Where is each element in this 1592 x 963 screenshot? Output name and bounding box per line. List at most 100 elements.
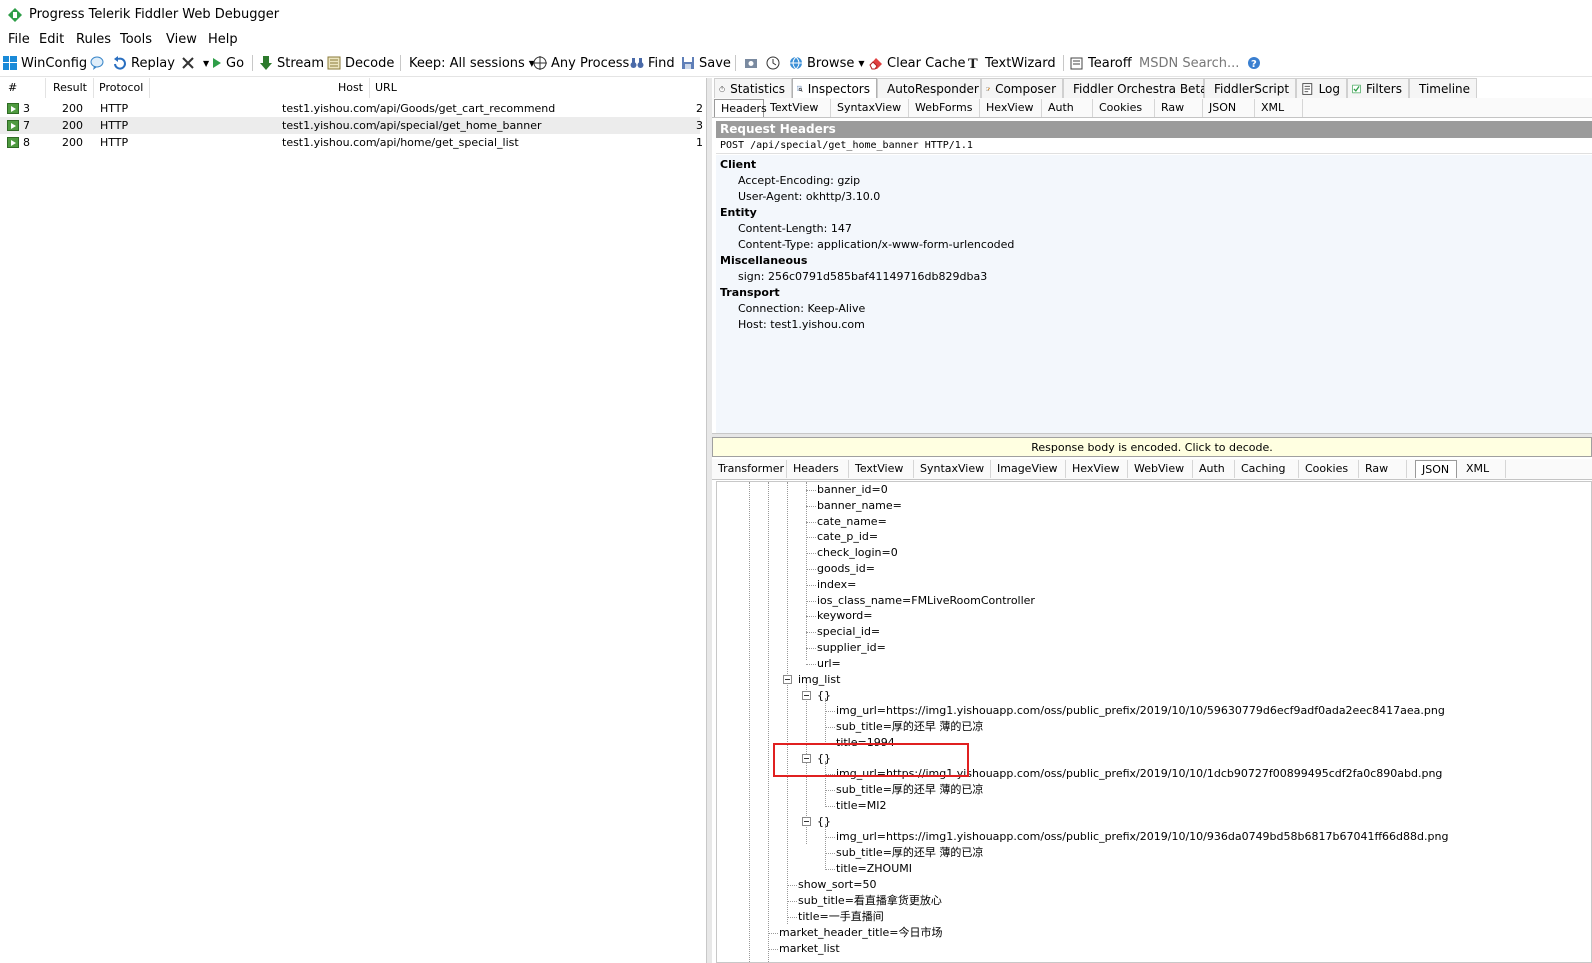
tree-node[interactable]: market_list bbox=[779, 941, 840, 957]
json-tree[interactable]: banner_id=0 banner_name= cate_name= cate… bbox=[716, 481, 1592, 963]
tab-fiddler-orchestra[interactable]: FO Fiddler Orchestra Beta bbox=[1063, 78, 1208, 98]
tab-timeline[interactable]: Timeline bbox=[1409, 78, 1477, 98]
column-header-id[interactable]: # bbox=[3, 78, 46, 98]
request-tab-xml[interactable]: XML bbox=[1255, 99, 1303, 117]
tab-statistics[interactable]: Statistics bbox=[714, 78, 792, 98]
go-button[interactable]: Go bbox=[212, 54, 244, 72]
menu-tools[interactable]: Tools bbox=[120, 32, 152, 47]
tree-node[interactable]: ios_class_name=FMLiveRoomController bbox=[817, 593, 1035, 609]
tree-node-img-list[interactable]: img_list bbox=[798, 672, 840, 688]
request-tab-json[interactable]: JSON bbox=[1203, 99, 1255, 117]
tree-node[interactable]: sub_title=厚的还早 薄的已凉 bbox=[836, 719, 983, 735]
response-tab-auth[interactable]: Auth bbox=[1193, 460, 1235, 478]
tree-node-object[interactable]: {} bbox=[817, 688, 831, 704]
collapse-toggle-icon[interactable] bbox=[783, 675, 792, 684]
textwizard-button[interactable]: T TextWizard bbox=[967, 54, 1056, 72]
browse-button[interactable]: Browse ▼ bbox=[789, 54, 865, 72]
tree-node[interactable]: show_sort=50 bbox=[798, 877, 876, 893]
request-tab-syntaxview[interactable]: SyntaxView bbox=[831, 99, 909, 117]
response-tab-json[interactable]: JSON bbox=[1415, 460, 1457, 478]
menu-view[interactable]: View bbox=[166, 32, 197, 47]
response-tab-textview[interactable]: TextView bbox=[849, 460, 914, 478]
response-tab-hexview[interactable]: HexView bbox=[1066, 460, 1128, 478]
tree-node[interactable]: img_url=https://img1.yishouapp.com/oss/p… bbox=[836, 829, 1448, 845]
tree-node[interactable]: goods_id= bbox=[817, 561, 875, 577]
column-header-protocol[interactable]: Protocol bbox=[94, 78, 150, 98]
tab-filters[interactable]: Filters bbox=[1347, 78, 1409, 98]
column-header-url[interactable]: URL bbox=[370, 78, 700, 98]
replay-button[interactable]: Replay bbox=[113, 54, 175, 72]
response-tab-raw[interactable]: Raw bbox=[1359, 460, 1407, 478]
tab-autoresponder[interactable]: AutoResponder bbox=[877, 78, 981, 98]
tree-node[interactable]: sub_title=厚的还早 薄的已凉 bbox=[836, 845, 983, 861]
msdn-search-input[interactable]: MSDN Search... bbox=[1139, 54, 1239, 72]
tree-node[interactable]: banner_name= bbox=[817, 498, 902, 514]
header-group-entity[interactable]: Entity bbox=[720, 205, 757, 221]
tree-node[interactable]: check_login=0 bbox=[817, 545, 898, 561]
screenshot-button[interactable] bbox=[744, 54, 762, 72]
response-tab-cookies[interactable]: Cookies bbox=[1299, 460, 1359, 478]
remove-button[interactable]: ▼ bbox=[181, 54, 209, 72]
collapse-toggle-icon[interactable] bbox=[802, 691, 811, 700]
response-tab-syntaxview[interactable]: SyntaxView bbox=[914, 460, 991, 478]
column-header-host[interactable]: Host bbox=[150, 78, 370, 98]
session-list[interactable]: # Result Protocol Host URL 3 200 HTTP te… bbox=[0, 78, 707, 963]
menu-rules[interactable]: Rules bbox=[76, 32, 111, 47]
tearoff-button[interactable]: Tearoff bbox=[1070, 54, 1132, 72]
tree-node[interactable]: cate_name= bbox=[817, 514, 887, 530]
tree-node[interactable]: index= bbox=[817, 577, 856, 593]
tree-node[interactable]: title=ZHOUMI bbox=[836, 861, 912, 877]
keep-sessions-dropdown[interactable]: Keep: All sessions ▼ bbox=[409, 54, 535, 72]
response-tab-imageview[interactable]: ImageView bbox=[991, 460, 1066, 478]
stream-button[interactable]: Stream bbox=[259, 54, 324, 72]
response-tab-transformer[interactable]: Transformer bbox=[712, 460, 787, 478]
header-group-client[interactable]: Client bbox=[720, 157, 756, 173]
find-button[interactable]: Find bbox=[630, 54, 675, 72]
tree-node-object[interactable]: {} bbox=[817, 814, 831, 830]
save-button[interactable]: Save bbox=[681, 54, 731, 72]
response-tab-headers[interactable]: Headers bbox=[787, 460, 849, 478]
response-tab-webview[interactable]: WebView bbox=[1128, 460, 1193, 478]
request-tab-auth[interactable]: Auth bbox=[1042, 99, 1093, 117]
response-tab-xml[interactable]: XML bbox=[1460, 460, 1506, 478]
tree-node[interactable]: sub_title=厚的还早 薄的已凉 bbox=[836, 782, 983, 798]
session-row[interactable]: 3 200 HTTP test1.yishou.com /api/Goods/g… bbox=[0, 100, 703, 117]
tab-log[interactable]: Log bbox=[1296, 78, 1347, 98]
tree-node[interactable]: cate_p_id= bbox=[817, 529, 878, 545]
tree-node[interactable]: market_header_title=今日市场 bbox=[779, 925, 943, 941]
tab-inspectors[interactable]: Inspectors bbox=[792, 78, 877, 98]
clear-cache-button[interactable]: Clear Cache bbox=[869, 54, 966, 72]
timer-button[interactable] bbox=[766, 54, 784, 72]
tab-fiddlerscript[interactable]: FiddlerScript bbox=[1204, 78, 1296, 98]
collapse-toggle-icon[interactable] bbox=[802, 817, 811, 826]
request-tab-hexview[interactable]: HexView bbox=[980, 99, 1042, 117]
tree-node[interactable]: keyword= bbox=[817, 608, 873, 624]
tree-node[interactable]: title=MI2 bbox=[836, 798, 886, 814]
tree-node[interactable]: supplier_id= bbox=[817, 640, 886, 656]
response-tab-caching[interactable]: Caching bbox=[1235, 460, 1299, 478]
comment-button[interactable] bbox=[90, 54, 108, 72]
request-tab-headers[interactable]: Headers bbox=[714, 99, 767, 117]
menu-help[interactable]: Help bbox=[208, 32, 238, 47]
tree-node[interactable]: title=一手直播间 bbox=[798, 909, 884, 925]
menu-edit[interactable]: Edit bbox=[39, 32, 64, 47]
tree-node[interactable]: special_id= bbox=[817, 624, 880, 640]
column-header-result[interactable]: Result bbox=[46, 78, 94, 98]
request-tab-webforms[interactable]: WebForms bbox=[909, 99, 980, 117]
winconfig-button[interactable]: WinConfig bbox=[3, 54, 87, 72]
session-row[interactable]: 8 200 HTTP test1.yishou.com /api/home/ge… bbox=[0, 134, 703, 151]
menu-file[interactable]: File bbox=[8, 32, 30, 47]
header-group-transport[interactable]: Transport bbox=[720, 285, 780, 301]
any-process-button[interactable]: Any Process bbox=[533, 54, 629, 72]
session-row[interactable]: 7 200 HTTP test1.yishou.com /api/special… bbox=[0, 117, 703, 134]
tree-node[interactable]: banner_id=0 bbox=[817, 482, 888, 498]
request-tab-textview[interactable]: TextView bbox=[764, 99, 831, 117]
decode-notice-bar[interactable]: Response body is encoded. Click to decod… bbox=[712, 437, 1592, 457]
tab-composer[interactable]: Composer bbox=[981, 78, 1063, 98]
tree-node[interactable]: sub_title=看直播拿货更放心 bbox=[798, 893, 942, 909]
tree-node[interactable]: url= bbox=[817, 656, 841, 672]
request-tab-cookies[interactable]: Cookies bbox=[1093, 99, 1155, 117]
request-tab-raw[interactable]: Raw bbox=[1155, 99, 1203, 117]
header-group-miscellaneous[interactable]: Miscellaneous bbox=[720, 253, 807, 269]
help-button[interactable]: ? bbox=[1247, 54, 1265, 72]
